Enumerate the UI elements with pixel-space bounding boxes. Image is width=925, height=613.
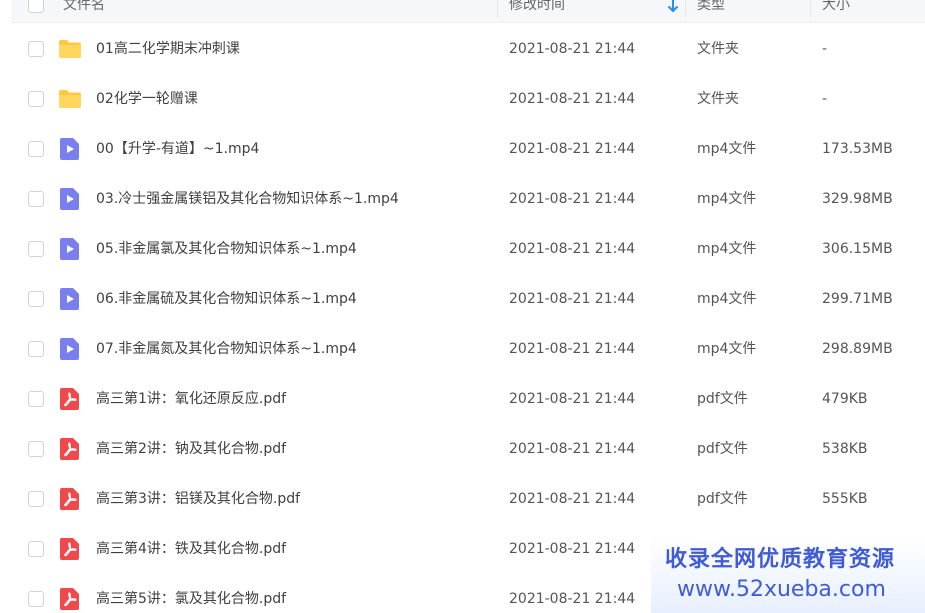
- watermark-slogan: 收录全网优质教育资源: [665, 547, 896, 572]
- column-divider: [810, 0, 811, 17]
- file-name[interactable]: 06.非金属硫及其化合物知识体系~1.mp4: [96, 274, 357, 324]
- file-mtime: 2021-08-21 21:44: [509, 341, 636, 357]
- pdf-icon: [60, 538, 79, 560]
- file-type: mp4文件: [697, 291, 757, 307]
- file-row[interactable]: 01高二化学期末冲刺课 2021-08-21 21:44 文件夹 -: [11, 24, 925, 74]
- video-icon: [60, 288, 79, 310]
- file-mtime: 2021-08-21 21:44: [509, 91, 636, 107]
- row-checkbox[interactable]: [28, 391, 44, 407]
- file-mtime: 2021-08-21 21:44: [509, 441, 636, 457]
- folder-icon: [59, 40, 81, 58]
- file-mtime: 2021-08-21 21:44: [509, 491, 636, 507]
- row-checkbox[interactable]: [28, 91, 44, 107]
- file-type: mp4文件: [697, 341, 757, 357]
- row-checkbox[interactable]: [28, 41, 44, 57]
- file-row[interactable]: 06.非金属硫及其化合物知识体系~1.mp4 2021-08-21 21:44 mp…: [11, 274, 925, 324]
- file-size: 299.71MB: [822, 291, 893, 307]
- video-icon: [60, 238, 79, 260]
- file-name[interactable]: 00【升学-有道】~1.mp4: [96, 124, 259, 174]
- row-checkbox[interactable]: [28, 341, 44, 357]
- video-icon: [60, 338, 79, 360]
- file-size: 555KB: [822, 491, 868, 507]
- file-row[interactable]: 00【升学-有道】~1.mp4 2021-08-21 21:44 mp4文件 173.…: [11, 124, 925, 174]
- file-row[interactable]: 高三第2讲：钠及其化合物.pdf 2021-08-21 21:44 pdf文件 538…: [11, 424, 925, 474]
- file-row[interactable]: 05.非金属氯及其化合物知识体系~1.mp4 2021-08-21 21:44 mp…: [11, 224, 925, 274]
- file-type: mp4文件: [697, 141, 757, 157]
- pdf-icon: [60, 388, 79, 410]
- column-header-type[interactable]: 类型: [697, 0, 725, 23]
- file-row[interactable]: 02化学一轮赠课 2021-08-21 21:44 文件夹 -: [11, 74, 925, 124]
- column-header-size[interactable]: 大小: [822, 0, 850, 23]
- file-mtime: 2021-08-21 21:44: [509, 541, 636, 557]
- pdf-icon: [60, 438, 79, 460]
- pdf-icon: [60, 488, 79, 510]
- file-type: mp4文件: [697, 241, 757, 257]
- file-mtime: 2021-08-21 21:44: [509, 291, 636, 307]
- row-checkbox[interactable]: [28, 141, 44, 157]
- row-checkbox[interactable]: [28, 191, 44, 207]
- file-row[interactable]: 03.冷士强金属镁铝及其化合物知识体系~1.mp4 2021-08-21 21:4…: [11, 174, 925, 224]
- file-list: 01高二化学期末冲刺课 2021-08-21 21:44 文件夹 - 02化学一轮赠课 2…: [11, 24, 925, 613]
- file-mtime: 2021-08-21 21:44: [509, 241, 636, 257]
- column-header-name[interactable]: 文件名: [63, 0, 105, 23]
- file-name[interactable]: 07.非金属氮及其化合物知识体系~1.mp4: [96, 324, 357, 374]
- file-row[interactable]: 高三第3讲：铝镁及其化合物.pdf 2021-08-21 21:44 pdf文件 55…: [11, 474, 925, 524]
- file-name[interactable]: 05.非金属氯及其化合物知识体系~1.mp4: [96, 224, 357, 274]
- file-mtime: 2021-08-21 21:44: [509, 591, 636, 607]
- file-size: -: [822, 91, 828, 107]
- file-type: 文件夹: [697, 41, 739, 57]
- sort-descending-icon[interactable]: [667, 0, 679, 13]
- column-divider: [685, 0, 686, 17]
- file-type: pdf文件: [697, 491, 748, 507]
- watermark-overlay: 收录全网优质教育资源 www.52xueba.com: [651, 535, 925, 613]
- file-name[interactable]: 02化学一轮赠课: [96, 74, 198, 124]
- row-checkbox[interactable]: [28, 241, 44, 257]
- folder-icon: [59, 90, 81, 108]
- file-type: pdf文件: [697, 441, 748, 457]
- file-mtime: 2021-08-21 21:44: [509, 191, 636, 207]
- column-divider: [497, 0, 498, 17]
- file-size: -: [822, 41, 828, 57]
- row-checkbox[interactable]: [28, 441, 44, 457]
- file-name[interactable]: 01高二化学期末冲刺课: [96, 24, 240, 74]
- file-name[interactable]: 高三第4讲：铁及其化合物.pdf: [96, 524, 286, 574]
- file-size: 538KB: [822, 441, 868, 457]
- file-row[interactable]: 07.非金属氮及其化合物知识体系~1.mp4 2021-08-21 21:44 mp…: [11, 324, 925, 374]
- select-all-checkbox[interactable]: [28, 0, 44, 13]
- file-name[interactable]: 高三第5讲：氯及其化合物.pdf: [96, 574, 286, 613]
- file-mtime: 2021-08-21 21:44: [509, 41, 636, 57]
- file-name[interactable]: 高三第1讲：氧化还原反应.pdf: [96, 374, 286, 424]
- video-icon: [60, 138, 79, 160]
- row-checkbox[interactable]: [28, 291, 44, 307]
- column-header-mtime[interactable]: 修改时间: [509, 0, 565, 23]
- row-checkbox[interactable]: [28, 491, 44, 507]
- file-type: pdf文件: [697, 391, 748, 407]
- file-size: 329.98MB: [822, 191, 893, 207]
- file-size: 173.53MB: [822, 141, 893, 157]
- file-size: 306.15MB: [822, 241, 893, 257]
- file-mtime: 2021-08-21 21:44: [509, 141, 636, 157]
- file-size: 298.89MB: [822, 341, 893, 357]
- file-type: 文件夹: [697, 91, 739, 107]
- file-list-page: 文件名 修改时间 类型 大小 01高二化学期末冲刺课 2021-08-21 21:…: [0, 0, 925, 613]
- file-size: 479KB: [822, 391, 868, 407]
- file-row[interactable]: 高三第1讲：氧化还原反应.pdf 2021-08-21 21:44 pdf文件 479…: [11, 374, 925, 424]
- file-mtime: 2021-08-21 21:44: [509, 391, 636, 407]
- file-type: mp4文件: [697, 191, 757, 207]
- file-name[interactable]: 高三第2讲：钠及其化合物.pdf: [96, 424, 286, 474]
- file-name[interactable]: 03.冷士强金属镁铝及其化合物知识体系~1.mp4: [96, 174, 399, 224]
- watermark-url: www.52xueba.com: [677, 577, 886, 602]
- row-checkbox[interactable]: [28, 591, 44, 607]
- row-checkbox[interactable]: [28, 541, 44, 557]
- video-icon: [60, 188, 79, 210]
- table-header: 文件名 修改时间 类型 大小: [11, 0, 925, 23]
- file-name[interactable]: 高三第3讲：铝镁及其化合物.pdf: [96, 474, 300, 524]
- pdf-icon: [60, 588, 79, 610]
